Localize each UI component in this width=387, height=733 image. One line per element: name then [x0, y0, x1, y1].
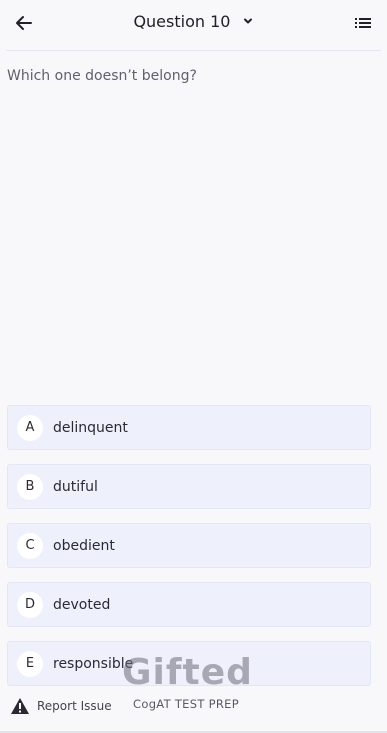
- question-list-button[interactable]: [351, 11, 375, 35]
- option-text: obedient: [53, 537, 115, 554]
- option-b[interactable]: B dutiful: [7, 464, 371, 509]
- top-bar: Question 10: [0, 0, 387, 48]
- option-letter: D: [17, 591, 43, 618]
- option-text: dutiful: [53, 478, 98, 495]
- header-divider: [6, 50, 381, 51]
- option-d[interactable]: D devoted: [7, 582, 371, 627]
- footer: Report Issue: [10, 696, 112, 716]
- option-letter: E: [17, 650, 43, 677]
- warning-icon: [11, 698, 29, 714]
- chevron-down-icon: [243, 18, 252, 24]
- question-prompt: Which one doesn’t belong?: [7, 68, 197, 84]
- option-letter: A: [17, 414, 43, 441]
- option-letter: B: [17, 473, 43, 500]
- report-issue-button[interactable]: Report Issue: [10, 697, 112, 715]
- watermark-logo: Gifted CogAT TEST PREP: [122, 652, 253, 715]
- option-a[interactable]: A delinquent: [7, 405, 371, 450]
- option-letter: C: [17, 532, 43, 559]
- question-selector[interactable]: Question 10: [0, 12, 387, 31]
- option-text: delinquent: [53, 419, 128, 436]
- option-text: devoted: [53, 596, 111, 613]
- watermark-tagline: CogAT TEST PREP: [133, 697, 239, 711]
- watermark-brand: Gifted: [122, 652, 253, 693]
- report-issue-label: Report Issue: [37, 699, 112, 713]
- option-c[interactable]: C obedient: [7, 523, 371, 568]
- quiz-screen: Question 10 Which one doesn’t belong? A …: [0, 0, 387, 733]
- list-icon: [355, 18, 371, 28]
- page-title: Question 10: [133, 12, 231, 31]
